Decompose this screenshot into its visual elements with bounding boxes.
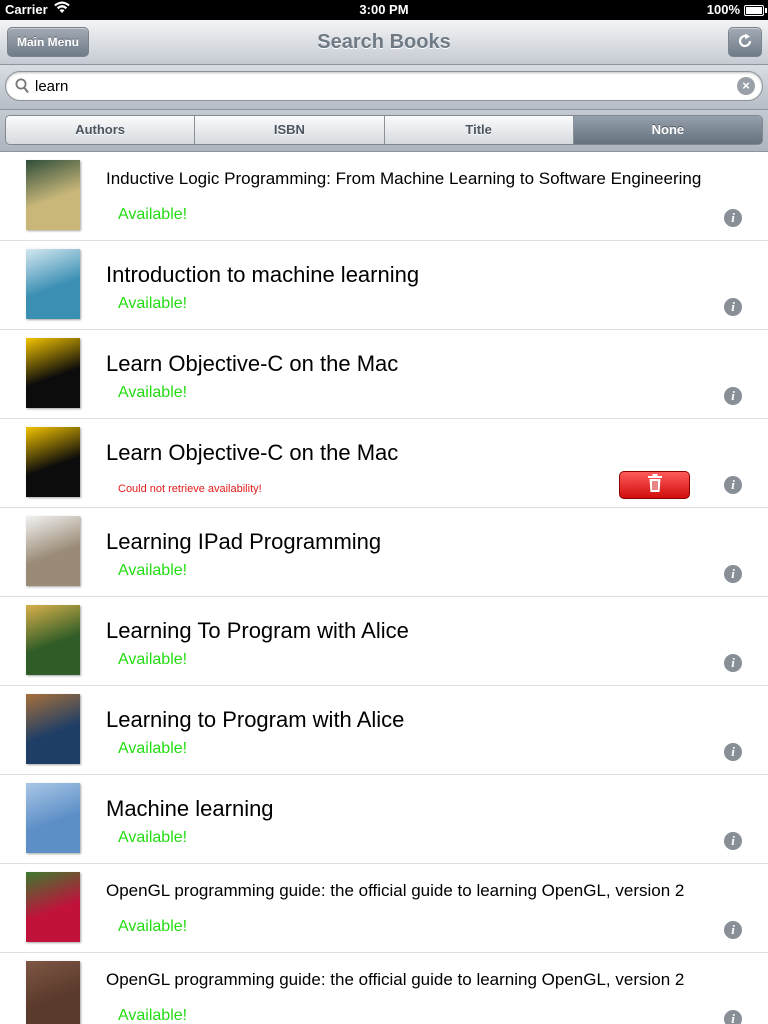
search-input[interactable] [35, 76, 725, 96]
info-icon[interactable]: i [724, 565, 742, 583]
info-icon[interactable]: i [724, 387, 742, 405]
info-icon[interactable]: i [724, 921, 742, 939]
battery-icon [744, 5, 767, 16]
availability-status: Available! [118, 206, 188, 223]
info-icon[interactable]: i [724, 832, 742, 850]
info-icon[interactable]: i [724, 654, 742, 672]
book-title: Introduction to machine learning [106, 262, 420, 287]
scope-title[interactable]: Title [384, 116, 574, 144]
book-cover [26, 605, 80, 675]
availability-status: Available! [118, 651, 188, 668]
availability-error: Could not retrieve availability! [118, 483, 262, 495]
search-bar: × [0, 65, 768, 110]
list-item[interactable]: Inductive Logic Programming: From Machin… [0, 152, 768, 241]
search-icon [15, 78, 29, 99]
scope-bar: Authors ISBN Title None [0, 110, 768, 152]
book-cover [26, 427, 80, 497]
info-icon[interactable]: i [724, 298, 742, 316]
availability-status: Available! [118, 384, 188, 401]
book-cover [26, 249, 80, 319]
availability-status: Available! [118, 918, 188, 935]
navigation-bar: Main Menu Search Books [0, 20, 768, 65]
search-field[interactable]: × [5, 71, 763, 101]
list-item[interactable]: Learn Objective-C on the Mac Could not r… [0, 419, 768, 508]
status-bar: Carrier 3:00 PM 100% [0, 0, 768, 20]
availability-status: Available! [118, 740, 188, 757]
list-item[interactable]: Learning IPad Programming Available! i [0, 508, 768, 597]
book-list: Inductive Logic Programming: From Machin… [0, 152, 768, 1024]
book-cover [26, 694, 80, 764]
battery-percent: 100% [706, 2, 740, 17]
scope-isbn[interactable]: ISBN [195, 116, 385, 144]
clock: 3:00 PM [359, 2, 409, 17]
book-cover [26, 338, 80, 408]
info-icon[interactable]: i [724, 476, 742, 494]
book-cover [26, 516, 80, 586]
book-title: OpenGL programming guide: the official g… [106, 881, 685, 900]
book-cover [26, 783, 80, 853]
book-title: Learn Objective-C on the Mac [106, 440, 399, 465]
list-item[interactable]: Introduction to machine learning Availab… [0, 241, 768, 330]
book-title: OpenGL programming guide: the official g… [106, 970, 685, 989]
refresh-icon [737, 33, 753, 52]
scope-none[interactable]: None [573, 116, 762, 144]
trash-icon [647, 473, 663, 498]
list-item[interactable]: OpenGL programming guide: the official g… [0, 953, 768, 1024]
info-icon[interactable]: i [724, 743, 742, 761]
list-item[interactable]: Learning to Program with Alice Available… [0, 686, 768, 775]
availability-status: Available! [118, 1007, 188, 1024]
info-icon[interactable]: i [724, 209, 742, 227]
search-scope-control: Authors ISBN Title None [5, 115, 763, 145]
list-item[interactable]: Learn Objective-C on the Mac Available! … [0, 330, 768, 419]
list-item[interactable]: OpenGL programming guide: the official g… [0, 864, 768, 953]
book-title: Learning IPad Programming [106, 529, 382, 554]
book-cover [26, 961, 80, 1024]
refresh-button[interactable] [728, 27, 762, 57]
info-icon[interactable]: i [724, 1010, 742, 1024]
book-title: Machine learning [106, 796, 274, 821]
book-title: Learning To Program with Alice [106, 618, 409, 643]
book-title: Learn Objective-C on the Mac [106, 351, 399, 376]
delete-button[interactable] [619, 471, 690, 499]
list-item[interactable]: Learning To Program with Alice Available… [0, 597, 768, 686]
book-title: Inductive Logic Programming: From Machin… [106, 169, 702, 188]
clear-search-icon[interactable]: × [737, 77, 755, 95]
availability-status: Available! [118, 295, 188, 312]
book-cover [26, 160, 80, 230]
book-cover [26, 872, 80, 942]
availability-status: Available! [118, 562, 188, 579]
scope-authors[interactable]: Authors [6, 116, 196, 144]
book-title: Learning to Program with Alice [106, 707, 405, 732]
page-title: Search Books [317, 31, 451, 53]
availability-status: Available! [118, 829, 188, 846]
list-item[interactable]: Machine learning Available! i [0, 775, 768, 864]
